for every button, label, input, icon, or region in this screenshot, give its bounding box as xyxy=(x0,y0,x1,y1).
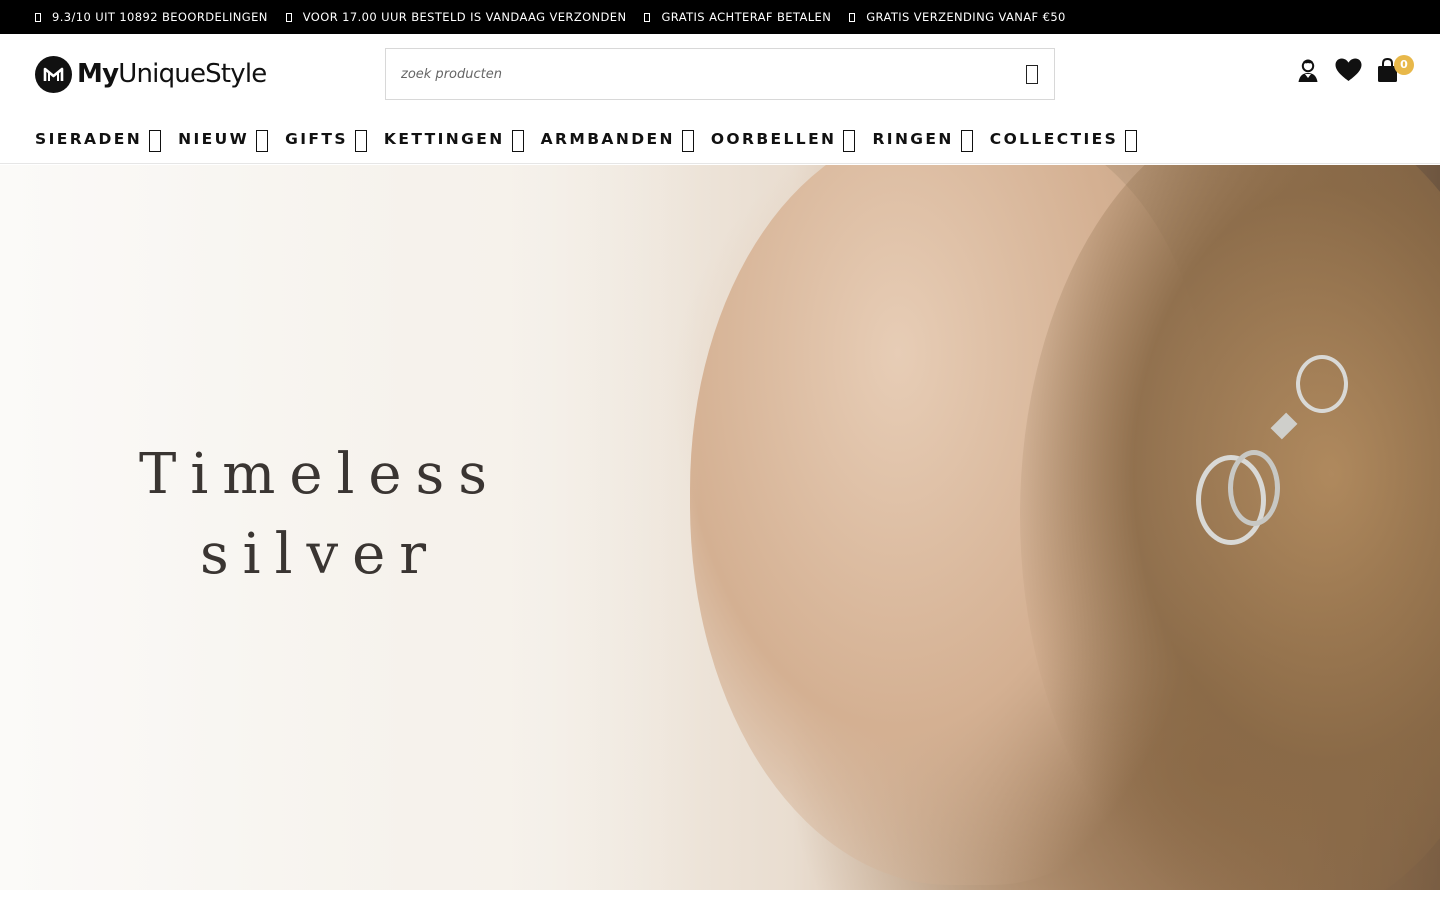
usp-item: VOOR 17.00 UUR BESTELD IS VANDAAG VERZON… xyxy=(285,10,627,24)
logo[interactable]: MyUniqueStyle xyxy=(35,55,267,93)
nav-label: KETTINGEN xyxy=(383,129,505,148)
nav-label: SIERADEN xyxy=(35,129,143,148)
search-bar xyxy=(385,48,1055,100)
logo-text: MyUniqueStyle xyxy=(77,56,267,92)
hero-title: Timeless silver xyxy=(0,435,640,595)
ear-cuff-image xyxy=(1296,355,1348,413)
nav-item-kettingen[interactable]: KETTINGEN xyxy=(384,114,524,164)
search-input[interactable] xyxy=(386,49,986,99)
chevron-down-icon xyxy=(681,129,694,152)
nav-label: RINGEN xyxy=(872,129,954,148)
check-icon xyxy=(644,12,651,22)
chevron-down-icon xyxy=(511,129,524,152)
nav-item-nieuw[interactable]: NIEUW xyxy=(178,114,269,164)
nav-item-sieraden[interactable]: SIERADEN xyxy=(35,114,162,164)
main-nav: SIERADEN NIEUW GIFTS KETTINGEN ARMBANDEN… xyxy=(0,114,1440,164)
hero-title-line2: silver xyxy=(199,522,441,587)
usp-text: VOOR 17.00 UUR BESTELD IS VANDAAG VERZON… xyxy=(302,10,627,24)
nav-label: COLLECTIES xyxy=(989,129,1119,148)
usp-text: GRATIS ACHTERAF BETALEN xyxy=(661,10,832,24)
usp-text: GRATIS VERZENDING VANAF €50 xyxy=(866,10,1066,24)
chevron-down-icon xyxy=(843,129,856,152)
logo-text-light: UniqueStyle xyxy=(118,59,267,89)
logo-mark-icon xyxy=(35,55,72,93)
chevron-down-icon xyxy=(1125,129,1138,152)
check-icon xyxy=(849,12,856,22)
nav-item-gifts[interactable]: GIFTS xyxy=(285,114,367,164)
hero-banner[interactable]: Timeless silver xyxy=(0,165,1440,890)
logo-text-bold: My xyxy=(77,59,119,89)
cart-count-badge: 0 xyxy=(1394,55,1414,75)
nav-item-collecties[interactable]: COLLECTIES xyxy=(989,114,1138,164)
earring-hoop-image xyxy=(1228,450,1280,526)
check-icon xyxy=(285,12,292,22)
chevron-down-icon xyxy=(149,129,162,152)
usp-text: 9.3/10 UIT 10892 BEOORDELINGEN xyxy=(52,10,268,24)
hero-title-line1: Timeless xyxy=(138,442,502,507)
nav-item-armbanden[interactable]: ARMBANDEN xyxy=(541,114,694,164)
check-icon xyxy=(35,12,41,22)
chevron-down-icon xyxy=(354,129,367,152)
nav-label: ARMBANDEN xyxy=(540,129,675,148)
nav-item-oorbellen[interactable]: OORBELLEN xyxy=(711,114,856,164)
account-icon[interactable] xyxy=(1297,58,1319,88)
usp-item: GRATIS ACHTERAF BETALEN xyxy=(644,10,831,24)
nav-item-ringen[interactable]: RINGEN xyxy=(872,114,973,164)
nav-label: GIFTS xyxy=(285,129,348,148)
heart-icon[interactable] xyxy=(1335,58,1362,86)
nav-label: OORBELLEN xyxy=(710,129,837,148)
usp-item: 9.3/10 UIT 10892 BEOORDELINGEN xyxy=(35,10,268,24)
usp-bar: 9.3/10 UIT 10892 BEOORDELINGEN VOOR 17.0… xyxy=(0,0,1440,34)
header: MyUniqueStyle 0 xyxy=(0,34,1440,114)
usp-item: GRATIS VERZENDING VANAF €50 xyxy=(849,10,1066,24)
search-icon[interactable] xyxy=(1026,65,1038,84)
nav-label: NIEUW xyxy=(178,129,250,148)
chevron-down-icon xyxy=(960,129,973,152)
chevron-down-icon xyxy=(256,129,269,152)
